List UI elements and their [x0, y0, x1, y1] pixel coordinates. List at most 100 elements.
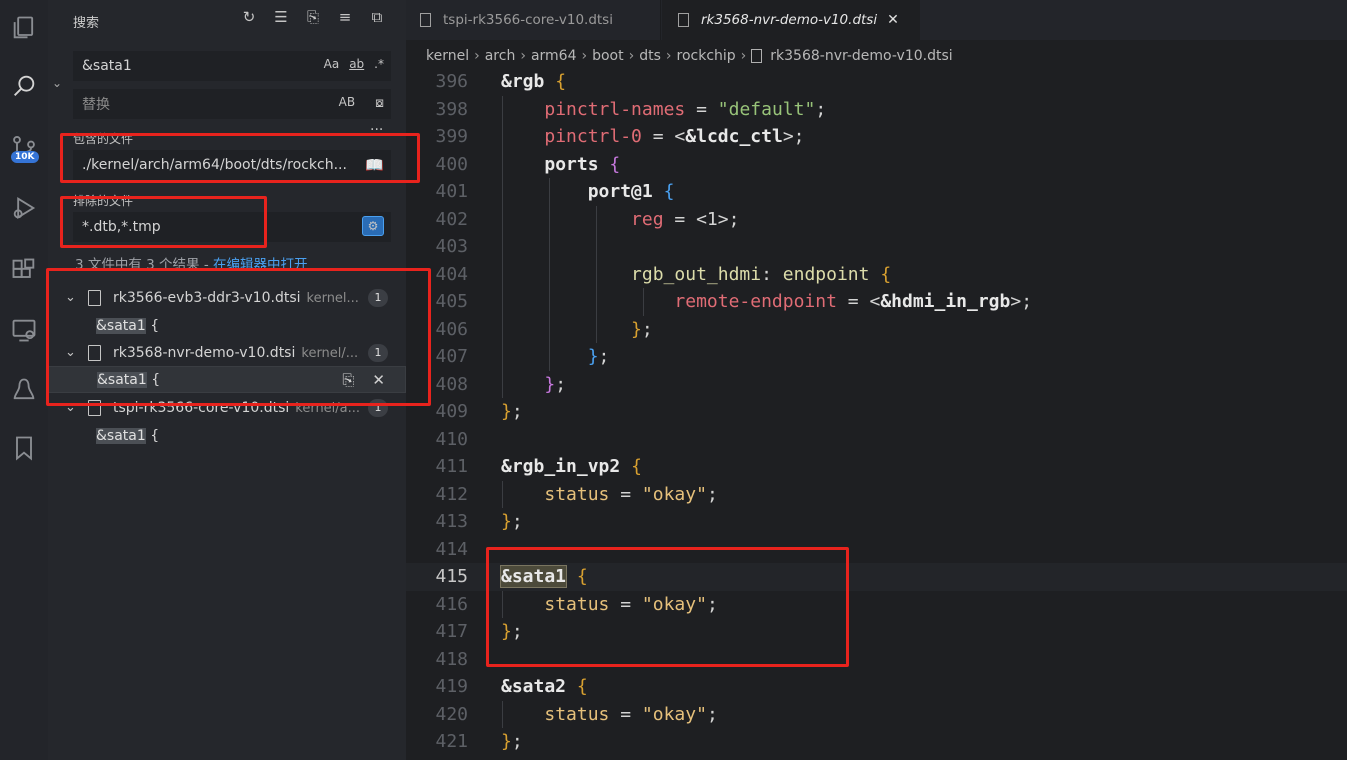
line-number: 398: [435, 98, 468, 120]
tab-tspi-rk3566-core[interactable]: tspi-rk3566-core-v10.dtsi: [406, 0, 661, 40]
search-icon[interactable]: [0, 62, 48, 110]
open-in-editor-link[interactable]: 在编辑器中打开: [213, 257, 308, 273]
chevron-down-icon[interactable]: ⌄: [65, 290, 76, 305]
exclude-files-value: *.dtb,*.tmp: [82, 219, 161, 235]
source-control-icon[interactable]: [0, 124, 48, 172]
code-line-current[interactable]: 415 &sata1 {: [406, 563, 1347, 591]
replace-input[interactable]: 替换 AB ⧇: [73, 89, 391, 119]
code-line[interactable]: 420 status = "okay";: [406, 700, 1347, 728]
breadcrumb-item[interactable]: arm64: [531, 48, 577, 64]
result-file-row[interactable]: ⌄ tspi-rk3566-core-v10.dtsi kernel/a... 1: [48, 394, 406, 421]
result-file-row[interactable]: ⌄ rk3568-nvr-demo-v10.dtsi kernel/... 1: [48, 339, 406, 366]
code-line[interactable]: 409};: [406, 398, 1347, 426]
code-line[interactable]: 403: [406, 233, 1347, 261]
line-number: 416: [435, 593, 468, 615]
code-line[interactable]: 401 port@1 {: [406, 178, 1347, 206]
refresh-icon[interactable]: ↻: [240, 8, 258, 26]
line-number: 410: [435, 428, 468, 450]
exclude-files-input[interactable]: *.dtb,*.tmp ⚙: [73, 212, 391, 242]
code-text: };: [544, 373, 567, 395]
extensions-icon[interactable]: [0, 246, 48, 294]
breadcrumb-item[interactable]: dts: [639, 48, 661, 64]
code-line[interactable]: 421};: [406, 728, 1347, 756]
code-line[interactable]: 399 pinctrl-0 = <&lcdc_ctl>;: [406, 123, 1347, 151]
result-file-path: kernel...: [306, 290, 359, 306]
code-text: status = "okay";: [544, 703, 718, 725]
linux-penguin-icon[interactable]: [0, 366, 48, 414]
code-line[interactable]: 408 };: [406, 370, 1347, 398]
breadcrumb-item[interactable]: boot: [592, 48, 624, 64]
chevron-down-icon[interactable]: ⌄: [65, 345, 76, 360]
code-line[interactable]: 410: [406, 426, 1347, 454]
code-text: };: [501, 621, 523, 643]
close-tab-icon[interactable]: ✕: [887, 12, 899, 28]
result-match-row[interactable]: &sata1 {: [48, 312, 406, 339]
open-editors-only-icon[interactable]: 📖: [365, 156, 384, 174]
code-line[interactable]: 414: [406, 536, 1347, 564]
bookmark-icon[interactable]: [0, 424, 48, 472]
code-line[interactable]: 413};: [406, 508, 1347, 536]
breadcrumb-item[interactable]: rk3568-nvr-demo-v10.dtsi: [770, 48, 952, 64]
breadcrumb-item[interactable]: arch: [485, 48, 516, 64]
new-search-editor-icon[interactable]: ⎘: [304, 8, 322, 26]
code-line[interactable]: 416 status = "okay";: [406, 590, 1347, 618]
toggle-search-details-icon[interactable]: ···: [370, 122, 383, 138]
collapse-all-icon[interactable]: ⧉: [368, 8, 386, 26]
code-line[interactable]: 404 rgb_out_hdmi: endpoint {: [406, 260, 1347, 288]
breadcrumb-item[interactable]: rockchip: [677, 48, 736, 64]
code-line[interactable]: 405 remote-endpoint = <&hdmi_in_rgb>;: [406, 288, 1347, 316]
code-line[interactable]: 407 };: [406, 343, 1347, 371]
code-line[interactable]: 396 &rgb {: [406, 68, 1347, 96]
result-file-row[interactable]: ⌄ rk3566-evb3-ddr3-v10.dtsi kernel... 1: [48, 284, 406, 311]
chevron-down-icon[interactable]: ⌄: [65, 400, 76, 415]
use-exclude-settings-icon[interactable]: ⚙: [362, 216, 384, 236]
match-whole-word-toggle[interactable]: ab: [349, 57, 364, 71]
clear-results-icon[interactable]: ☰: [272, 8, 290, 26]
line-number: 412: [435, 483, 468, 505]
breadcrumb-separator-icon: ›: [628, 48, 635, 64]
code-text: pinctrl-names = "default";: [544, 98, 827, 120]
line-number: 418: [435, 648, 468, 670]
replace-all-icon[interactable]: ⧇: [375, 95, 384, 111]
match-rest: {: [145, 427, 160, 444]
line-number: 415: [435, 566, 468, 588]
code-line[interactable]: 402 reg = <1>;: [406, 205, 1347, 233]
search-input[interactable]: &sata1 Aa ab .*: [73, 51, 391, 81]
tab-rk3568-nvr-demo[interactable]: rk3568-nvr-demo-v10.dtsi ✕: [662, 0, 920, 40]
code-text: port@1 {: [587, 181, 675, 203]
result-match-row-selected[interactable]: &sata1 { ⎘ ✕: [48, 366, 406, 393]
code-text: status = "okay";: [544, 593, 718, 615]
code-editor[interactable]: 396 &rgb { 398 pinctrl-names = "default";…: [406, 68, 1347, 760]
exclude-files-label: 排除的文件: [73, 194, 134, 208]
code-line[interactable]: 400 ports {: [406, 150, 1347, 178]
view-as-tree-icon[interactable]: ≡: [336, 8, 354, 26]
breadcrumb-item[interactable]: kernel: [426, 48, 469, 64]
code-text: ports {: [544, 153, 621, 175]
regex-toggle[interactable]: .*: [374, 57, 384, 71]
code-line[interactable]: 419 &sata2 {: [406, 673, 1347, 701]
toggle-replace-chevron-icon[interactable]: ⌄: [52, 76, 62, 90]
preserve-case-toggle[interactable]: AB: [339, 95, 355, 111]
file-icon: [678, 13, 689, 27]
run-debug-icon[interactable]: [0, 184, 48, 232]
tab-label: tspi-rk3566-core-v10.dtsi: [443, 12, 613, 28]
match-case-toggle[interactable]: Aa: [324, 57, 340, 71]
include-files-input[interactable]: ./kernel/arch/arm64/boot/dts/rockch... 📖: [73, 150, 391, 180]
code-line[interactable]: 398 pinctrl-names = "default";: [406, 95, 1347, 123]
line-number: 406: [435, 318, 468, 340]
code-line[interactable]: 412 status = "okay";: [406, 480, 1347, 508]
line-number: 399: [435, 126, 468, 148]
line-number: 396: [435, 71, 468, 93]
explorer-icon[interactable]: [0, 4, 48, 52]
code-line[interactable]: 411 &rgb_in_vp2 {: [406, 453, 1347, 481]
result-match-row[interactable]: &sata1 {: [48, 422, 406, 449]
line-number: 400: [435, 153, 468, 175]
code-line[interactable]: 418: [406, 646, 1347, 674]
replace-icon[interactable]: ⎘: [342, 371, 354, 389]
code-line[interactable]: 417};: [406, 618, 1347, 646]
line-number: 407: [435, 346, 468, 368]
remote-explorer-icon[interactable]: [0, 306, 48, 354]
line-number: 411: [435, 456, 468, 478]
code-line[interactable]: 406 };: [406, 315, 1347, 343]
dismiss-icon[interactable]: ✕: [372, 371, 385, 389]
